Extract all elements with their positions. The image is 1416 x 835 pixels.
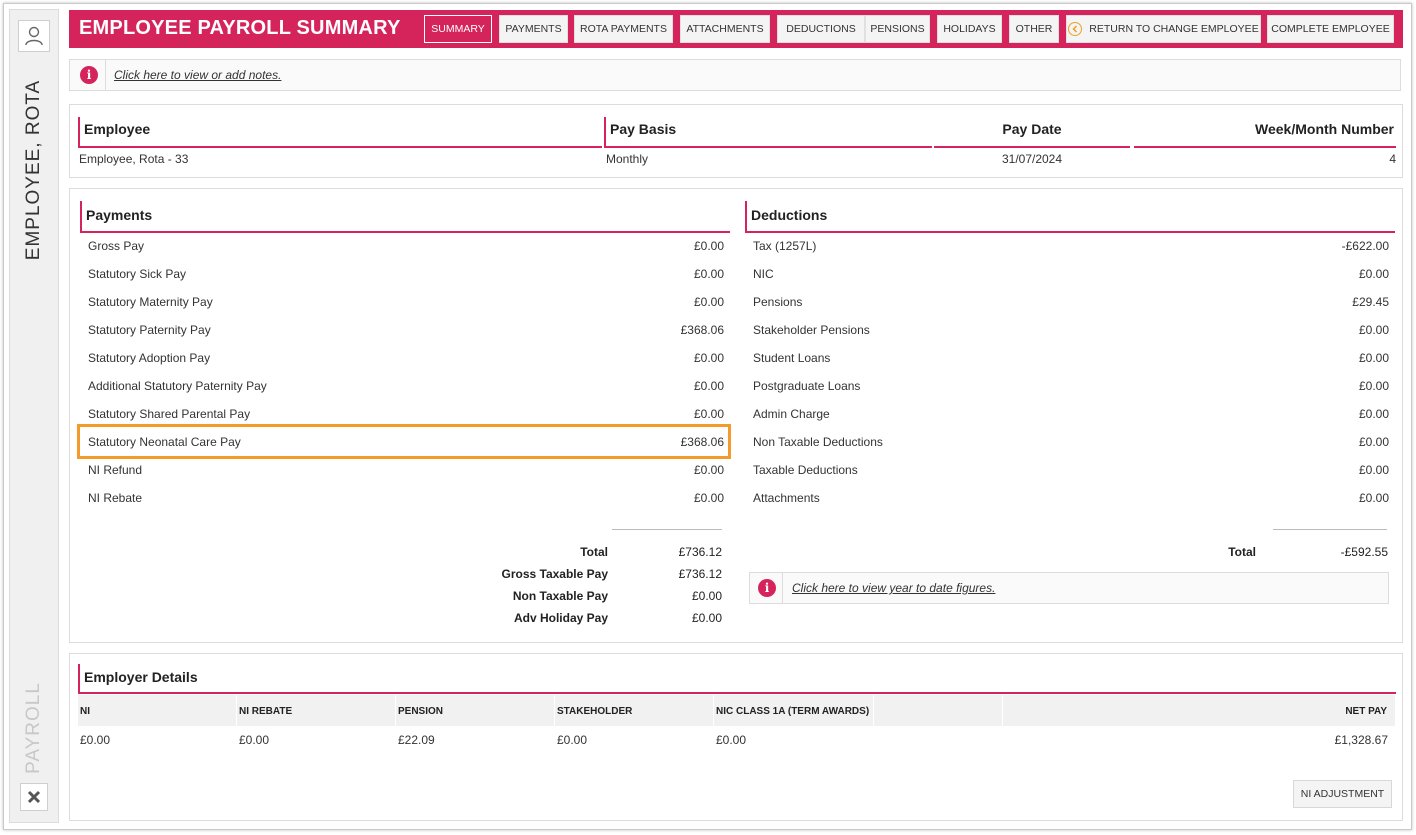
close-icon[interactable]	[20, 783, 48, 811]
net-pay-value: £1,328.67	[1334, 733, 1388, 747]
deduction-row: Taxable Deductions £0.00	[753, 463, 1389, 477]
payments-heading: Payments	[80, 201, 730, 233]
chevron-left-icon	[1068, 22, 1083, 36]
info-icon: i	[758, 579, 776, 597]
tab-deductions[interactable]: DEDUCTIONS	[777, 15, 865, 43]
employee-info-panel: Employee Pay Basis Pay Date Week/Month N…	[69, 104, 1403, 178]
employer-details-panel: Employer Details NI NI REBATE PENSION ST…	[69, 653, 1403, 821]
ni-value: £0.00	[80, 733, 111, 747]
tab-attachments[interactable]: ATTACHMENTS	[680, 15, 770, 43]
payment-row: Additional Statutory Paternity Pay £0.00	[88, 379, 724, 393]
tab-rota-payments[interactable]: ROTA PAYMENTS	[574, 15, 673, 43]
pay-date-value: 31/07/2024	[1001, 152, 1063, 166]
ni-rebate-column-header: NI REBATE	[237, 695, 396, 726]
deduction-row: Admin Charge £0.00	[753, 407, 1389, 421]
pension-value: £22.09	[398, 733, 435, 747]
highlight-box	[77, 424, 731, 459]
deduction-row: Pensions £29.45	[753, 295, 1389, 309]
pension-column-header: PENSION	[396, 695, 555, 726]
nic-class-1a-column-header: NIC CLASS 1A (TERM AWARDS)	[714, 695, 874, 726]
deduction-row: Tax (1257L) -£622.00	[753, 239, 1389, 253]
stakeholder-value: £0.00	[557, 733, 588, 747]
week-month-number-header: Week/Month Number	[1134, 117, 1396, 148]
employee-header: Employee	[78, 117, 602, 148]
tab-pensions[interactable]: PENSIONS	[865, 15, 930, 43]
divider	[612, 529, 722, 530]
week-month-number-value: 4	[1389, 152, 1396, 166]
pay-basis-value: Monthly	[606, 152, 649, 166]
deduction-row: Student Loans £0.00	[753, 351, 1389, 365]
divider	[105, 60, 106, 90]
payment-row: Statutory Sick Pay £0.00	[88, 267, 724, 281]
deduction-row: NIC £0.00	[753, 267, 1389, 281]
payments-total-value: £736.12	[678, 545, 722, 559]
year-to-date-bar: i Click here to view year to date figure…	[749, 572, 1389, 604]
page-header: EMPLOYEE PAYROLL SUMMARY SUMMARY PAYMENT…	[69, 10, 1403, 48]
notes-bar: i Click here to view or add notes.	[69, 59, 1401, 91]
payment-row: NI Rebate £0.00	[88, 491, 724, 505]
page-title: EMPLOYEE PAYROLL SUMMARY	[79, 17, 401, 39]
user-icon[interactable]	[18, 20, 50, 52]
deductions-heading: Deductions	[745, 201, 1395, 233]
nic-class-1a-value: £0.00	[716, 733, 747, 747]
deductions-total-value: -£592.55	[1340, 545, 1388, 559]
adv-holiday-pay-value: £0.00	[691, 611, 722, 625]
employer-details-heading: Employer Details	[78, 664, 1396, 694]
tab-summary[interactable]: SUMMARY	[424, 15, 492, 43]
tab-holidays[interactable]: HOLIDAYS	[937, 15, 1002, 43]
tab-other[interactable]: OTHER	[1009, 15, 1059, 43]
gross-taxable-pay-value: £736.12	[678, 567, 722, 581]
info-icon: i	[80, 66, 98, 84]
ni-column-header: NI	[78, 695, 237, 726]
net-pay-column-header: NET PAY	[1003, 695, 1396, 726]
deduction-row: Non Taxable Deductions £0.00	[753, 435, 1389, 449]
payment-row: NI Refund £0.00	[88, 463, 724, 477]
ni-adjustment-button[interactable]: NI ADJUSTMENT	[1293, 780, 1392, 808]
payment-row: Statutory Maternity Pay £0.00	[88, 295, 724, 309]
deductions-total-label: Total	[1228, 545, 1256, 559]
payment-row: Gross Pay £0.00	[88, 239, 724, 253]
ni-rebate-value: £0.00	[239, 733, 270, 747]
gross-taxable-pay-label: Gross Taxable Pay	[501, 567, 609, 581]
adv-holiday-pay-label: Adv Holiday Pay	[513, 611, 608, 625]
return-button-label: RETURN TO CHANGE EMPLOYEE	[1089, 23, 1259, 35]
deduction-row: Postgraduate Loans £0.00	[753, 379, 1389, 393]
non-taxable-pay-label: Non Taxable Pay	[512, 589, 608, 603]
payment-row: Statutory Paternity Pay £368.06	[88, 323, 724, 337]
divider	[782, 573, 783, 603]
empty-column-header	[874, 695, 1003, 726]
left-sidebar: EMPLOYEE, ROTA PAYROLL	[9, 9, 59, 823]
tab-payments[interactable]: PAYMENTS	[499, 15, 568, 43]
employee-name-vertical: EMPLOYEE, ROTA	[23, 79, 44, 261]
payroll-label-vertical: PAYROLL	[23, 681, 44, 774]
pay-basis-header: Pay Basis	[604, 117, 932, 148]
deduction-row: Stakeholder Pensions £0.00	[753, 323, 1389, 337]
non-taxable-pay-value: £0.00	[691, 589, 722, 603]
payment-row: Statutory Adoption Pay £0.00	[88, 351, 724, 365]
deduction-row: Attachments £0.00	[753, 491, 1389, 505]
payments-total-label: Total	[580, 545, 608, 559]
stakeholder-column-header: STAKEHOLDER	[555, 695, 714, 726]
divider	[1273, 529, 1387, 530]
employee-name-value: Employee, Rota - 33	[79, 152, 189, 166]
pay-date-header: Pay Date	[934, 117, 1130, 148]
view-notes-link[interactable]: Click here to view or add notes.	[114, 68, 281, 82]
view-ytd-link[interactable]: Click here to view year to date figures.	[792, 581, 995, 595]
return-to-change-employee-button[interactable]: RETURN TO CHANGE EMPLOYEE	[1066, 15, 1261, 43]
complete-employee-button[interactable]: COMPLETE EMPLOYEE	[1267, 15, 1394, 43]
